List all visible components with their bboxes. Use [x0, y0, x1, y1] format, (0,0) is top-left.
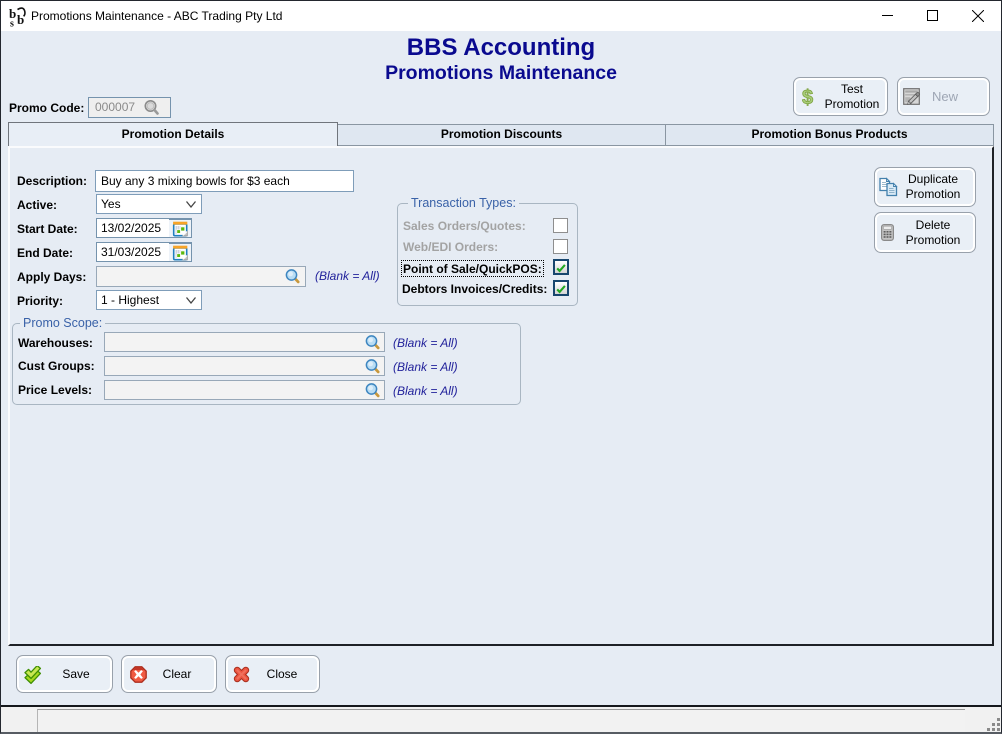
svg-text:s: s	[10, 19, 14, 28]
svg-text:b: b	[17, 12, 24, 27]
svg-text:$: $	[802, 87, 813, 108]
